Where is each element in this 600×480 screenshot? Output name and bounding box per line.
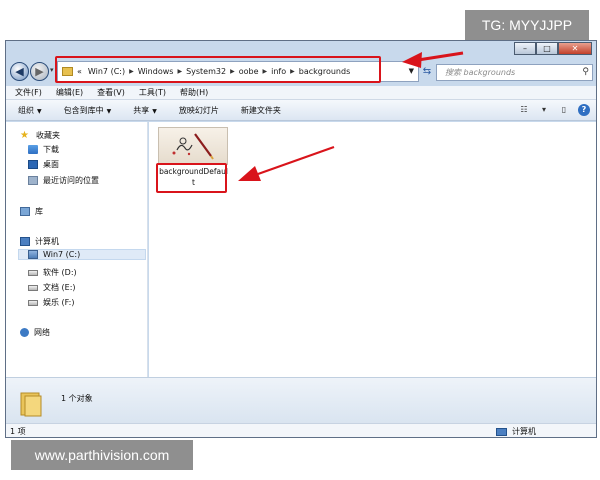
- search-icon[interactable]: ⚲: [582, 65, 589, 80]
- object-count: 1 个对象: [61, 394, 93, 403]
- desktop-icon: [28, 160, 38, 169]
- command-toolbar: 组织 ▼ 包含到库中 ▼ 共享 ▼ 放映幻灯片 新建文件夹 ☷ ▾ ▯ ?: [6, 100, 596, 121]
- sidebar-item-favorites[interactable]: ★ 收藏夹: [20, 130, 60, 141]
- sidebar-item-drive-c[interactable]: Win7 (C:): [18, 249, 146, 260]
- sidebar-item-drive-d[interactable]: 软件 (D:): [28, 267, 77, 278]
- explorer-window: – □ ✕ ◀ ▶ ▾ « Win7 (C:) ▶ Windows ▶ Syst…: [5, 40, 597, 438]
- chevron-down-icon: ▼: [106, 107, 112, 115]
- minimize-button[interactable]: –: [514, 42, 536, 55]
- view-controls: ☷ ▾ ▯ ?: [510, 104, 590, 116]
- navigation-pane: ★ 收藏夹 下载 桌面 最近访问的位置 库 计算机 Win7 (C:) 软件 (…: [6, 122, 148, 418]
- sidebar-item-drive-f[interactable]: 娱乐 (F:): [28, 297, 74, 308]
- organize-button[interactable]: 组织 ▼: [18, 105, 42, 116]
- chevron-down-icon[interactable]: ▾: [538, 104, 550, 116]
- sidebar-item-downloads[interactable]: 下载: [28, 144, 59, 155]
- back-arrow-icon[interactable]: ◀: [10, 62, 29, 81]
- slideshow-button[interactable]: 放映幻灯片: [179, 105, 219, 116]
- file-highlight-box: [156, 163, 227, 193]
- recent-pages-chevron-icon[interactable]: ▾: [50, 66, 54, 74]
- chevron-down-icon: ▼: [37, 107, 42, 115]
- status-location: 计算机: [496, 426, 536, 437]
- watermark-top: TG: MYYJJPP: [465, 10, 589, 40]
- menu-tools[interactable]: 工具(T): [139, 87, 166, 98]
- address-history-chevron-icon[interactable]: ▼: [409, 67, 414, 75]
- computer-icon: [20, 237, 30, 246]
- menu-file[interactable]: 文件(F): [15, 87, 42, 98]
- refresh-icon[interactable]: ⇆: [421, 65, 433, 79]
- sidebar-item-recent-places[interactable]: 最近访问的位置: [28, 175, 99, 186]
- close-button[interactable]: ✕: [558, 42, 592, 55]
- computer-icon: [496, 427, 507, 436]
- watermark-bottom: www.parthivision.com: [11, 440, 193, 470]
- sidebar-item-library[interactable]: 库: [20, 206, 43, 217]
- library-icon: [20, 207, 30, 216]
- menu-bar: 文件(F) 编辑(E) 查看(V) 工具(T) 帮助(H): [6, 86, 596, 100]
- share-button[interactable]: 共享 ▼: [133, 105, 157, 116]
- download-folder-icon: [28, 145, 38, 154]
- include-in-library-button[interactable]: 包含到库中 ▼: [64, 105, 112, 116]
- window-controls: – □ ✕: [514, 42, 592, 56]
- image-thumbnail[interactable]: [158, 127, 228, 165]
- view-options-icon[interactable]: ☷: [518, 104, 530, 116]
- item-count: 1 项: [10, 427, 26, 436]
- forward-arrow-icon[interactable]: ▶: [30, 62, 49, 81]
- search-input[interactable]: 搜索 backgrounds ⚲: [436, 64, 593, 81]
- menu-help[interactable]: 帮助(H): [180, 87, 208, 98]
- folder-icon: [20, 392, 42, 417]
- image-preview-icon: [172, 133, 214, 160]
- network-icon: [20, 328, 29, 337]
- details-pane: 1 个对象: [6, 377, 596, 424]
- search-placeholder: 搜索 backgrounds: [445, 68, 516, 77]
- address-highlight-box: [55, 56, 381, 83]
- menu-edit[interactable]: 编辑(E): [56, 87, 83, 98]
- sidebar-item-drive-e[interactable]: 文档 (E:): [28, 282, 76, 293]
- sidebar-item-computer[interactable]: 计算机: [20, 236, 59, 247]
- system-drive-icon: [28, 250, 38, 259]
- help-icon[interactable]: ?: [578, 104, 590, 116]
- drive-icon: [28, 269, 38, 276]
- preview-pane-icon[interactable]: ▯: [558, 104, 570, 116]
- menu-view[interactable]: 查看(V): [97, 87, 125, 98]
- drive-icon: [28, 299, 38, 306]
- chevron-down-icon: ▼: [152, 107, 157, 115]
- new-folder-button[interactable]: 新建文件夹: [241, 105, 281, 116]
- recent-places-icon: [28, 176, 38, 185]
- sidebar-item-desktop[interactable]: 桌面: [28, 159, 59, 170]
- status-bar: 1 项 计算机: [6, 423, 596, 437]
- maximize-button[interactable]: □: [536, 42, 558, 55]
- star-icon: ★: [20, 130, 29, 141]
- drive-icon: [28, 284, 38, 291]
- sidebar-item-network[interactable]: 网络: [20, 327, 50, 338]
